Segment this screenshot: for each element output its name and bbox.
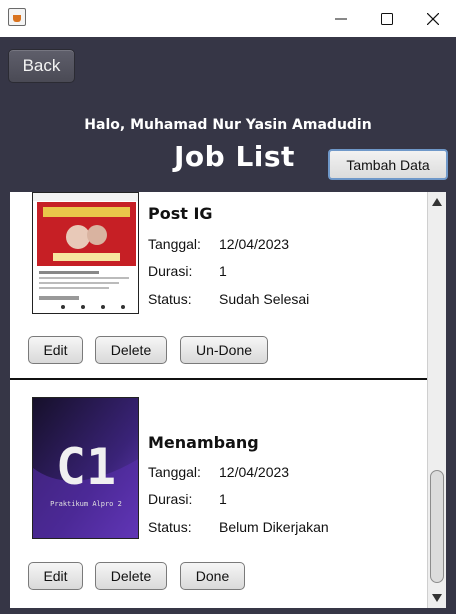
page-title: Job List [174,140,295,173]
java-cup-icon [8,8,26,26]
delete-button[interactable]: Delete [95,336,167,364]
window-titlebar [0,0,456,37]
tanggal-value: 12/04/2023 [219,464,290,480]
edit-button[interactable]: Edit [28,336,83,364]
edit-button[interactable]: Edit [28,562,83,590]
minimize-icon [335,18,347,19]
status-label: Status: [148,519,192,535]
alpro-cover-image: C1 Praktikum Alpro 2 [33,398,138,538]
maximize-icon [381,12,393,25]
scroll-up-button[interactable] [428,193,446,211]
status-value: Belum Dikerjakan [219,519,329,535]
undone-button[interactable]: Un-Done [180,336,268,364]
job-list-panel[interactable]: Post IG Tanggal: 12/04/2023 Durasi: 1 St… [10,192,446,608]
job-card: C1 Praktikum Alpro 2 Menambang Tanggal: … [10,380,427,608]
job-card: Post IG Tanggal: 12/04/2023 Durasi: 1 St… [10,192,427,378]
done-button[interactable]: Done [180,562,245,590]
job-thumbnail [32,192,139,314]
minimize-button[interactable] [318,0,364,37]
durasi-label: Durasi: [148,263,193,279]
scroll-thumb[interactable] [430,470,444,583]
add-data-button[interactable]: Tambah Data [328,149,448,180]
status-label: Status: [148,291,192,307]
job-title: Post IG [148,204,213,223]
durasi-value: 1 [219,263,227,279]
scroll-down-button[interactable] [428,589,446,607]
main-content: Back Halo, Muhamad Nur Yasin Amadudin Jo… [0,37,456,614]
back-button[interactable]: Back [8,49,75,83]
instagram-post-image [33,193,138,313]
tanggal-value: 12/04/2023 [219,236,290,252]
durasi-label: Durasi: [148,491,193,507]
thumb-big-text: C1 [56,438,116,496]
tanggal-label: Tanggal: [148,464,201,480]
triangle-up-icon [432,198,442,206]
close-button[interactable] [410,0,456,37]
thumb-caption: Praktikum Alpro 2 [50,500,122,508]
status-value: Sudah Selesai [219,291,310,307]
close-icon [427,12,439,25]
triangle-down-icon [432,594,442,602]
delete-button[interactable]: Delete [95,562,167,590]
tanggal-label: Tanggal: [148,236,201,252]
job-thumbnail: C1 Praktikum Alpro 2 [32,397,139,539]
vertical-scrollbar[interactable] [427,192,446,608]
durasi-value: 1 [219,491,227,507]
job-title: Menambang [148,433,259,452]
maximize-button[interactable] [364,0,410,37]
greeting-text: Halo, Muhamad Nur Yasin Amadudin [84,117,372,133]
